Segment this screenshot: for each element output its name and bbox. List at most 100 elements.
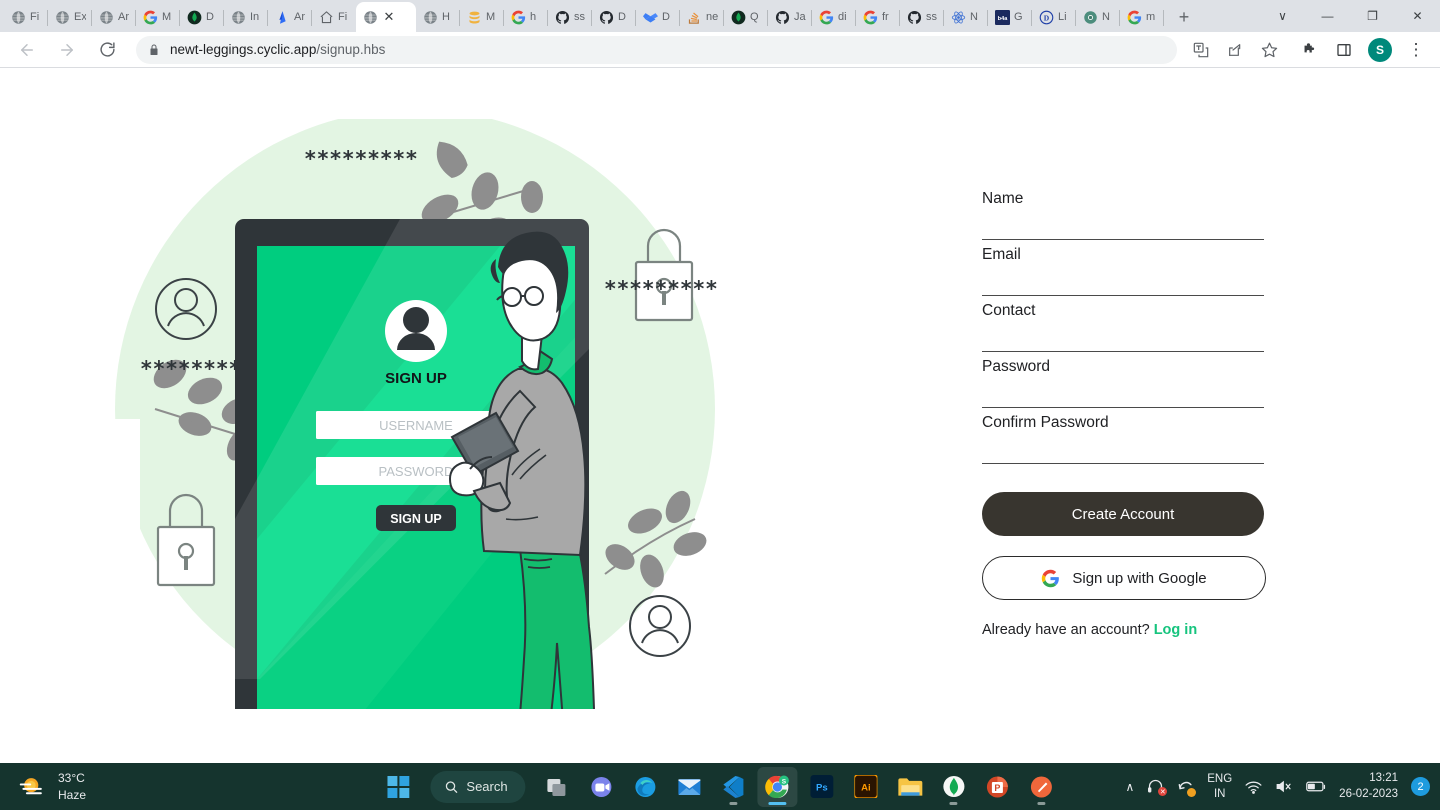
- confirm_password-input[interactable]: [982, 414, 1264, 432]
- tab-title: Fi: [338, 11, 348, 23]
- weather-widget[interactable]: 33°C Haze: [18, 770, 218, 802]
- browser-tab[interactable]: D: [636, 2, 680, 32]
- browser-tab[interactable]: m: [1120, 2, 1164, 32]
- tab-title: D: [206, 11, 214, 23]
- back-button[interactable]: [13, 36, 41, 64]
- taskbar-illustrator-icon[interactable]: Ai: [846, 767, 886, 807]
- tab-title: ss: [574, 11, 585, 23]
- side-panel-icon[interactable]: [1331, 37, 1357, 63]
- tray-chevron-icon[interactable]: ∧: [1125, 780, 1134, 794]
- browser-tab[interactable]: fr: [856, 2, 900, 32]
- stackoverflow-icon: [686, 9, 702, 25]
- taskbar-powerpoint-icon[interactable]: P: [978, 767, 1018, 807]
- wifi-icon[interactable]: [1245, 780, 1262, 794]
- three-dot-menu-icon[interactable]: ⋮: [1403, 37, 1429, 63]
- tab-title: ss: [926, 11, 937, 23]
- browser-tab[interactable]: Fi: [4, 2, 48, 32]
- taskbar-mail-icon[interactable]: [670, 767, 710, 807]
- browser-tab[interactable]: Ar: [92, 2, 136, 32]
- browser-tab-active[interactable]: ✕: [356, 2, 416, 32]
- browser-tab[interactable]: ss: [548, 2, 592, 32]
- star-icon[interactable]: [1256, 37, 1282, 63]
- share-icon[interactable]: [1222, 37, 1248, 63]
- forward-button[interactable]: [53, 36, 81, 64]
- tab-close-button[interactable]: ✕: [382, 9, 396, 24]
- browser-tab[interactable]: M: [136, 2, 180, 32]
- close-window-button[interactable]: ✕: [1395, 0, 1440, 32]
- mongodb-icon: [186, 9, 202, 25]
- taskbar-chrome-icon[interactable]: S: [757, 766, 798, 807]
- sync-warning-icon[interactable]: [1177, 779, 1197, 797]
- email-input[interactable]: [982, 246, 1264, 264]
- home-icon: [318, 9, 334, 25]
- browser-tab[interactable]: Q: [724, 2, 768, 32]
- field-email[interactable]: [982, 240, 1264, 296]
- browser-tab[interactable]: Ex: [48, 2, 92, 32]
- browser-tab[interactable]: Ja: [768, 2, 812, 32]
- browser-tab[interactable]: N: [1076, 2, 1120, 32]
- google-icon: [818, 9, 834, 25]
- taskbar-photoshop-icon[interactable]: Ps: [802, 767, 842, 807]
- new-tab-button[interactable]: +: [1170, 3, 1198, 31]
- create-account-button[interactable]: Create Account: [982, 492, 1264, 536]
- password-input[interactable]: [982, 358, 1264, 376]
- taskbar-vscode-icon[interactable]: [714, 767, 754, 807]
- browser-tab[interactable]: D: [180, 2, 224, 32]
- profile-avatar[interactable]: S: [1368, 37, 1392, 62]
- language-indicator[interactable]: ENG IN: [1207, 772, 1232, 801]
- browser-tab[interactable]: ss: [900, 2, 944, 32]
- translate-icon[interactable]: [1188, 37, 1214, 63]
- taskbar-search[interactable]: Search: [430, 770, 526, 803]
- browser-tab[interactable]: h: [504, 2, 548, 32]
- field-name[interactable]: [982, 184, 1264, 240]
- battery-icon[interactable]: [1306, 780, 1326, 793]
- field-confirm_password[interactable]: [982, 408, 1264, 464]
- tab-title: N: [1102, 11, 1110, 23]
- svg-text:Ai: Ai: [861, 782, 871, 793]
- taskbar-task-view-icon[interactable]: [538, 767, 578, 807]
- windows-start-icon[interactable]: [378, 767, 418, 807]
- browser-tab[interactable]: D Li: [1032, 2, 1076, 32]
- taskbar-postman-icon[interactable]: [1022, 767, 1062, 807]
- browser-tab[interactable]: Ar: [268, 2, 312, 32]
- screen-username-placeholder: USERNAME: [379, 418, 453, 433]
- tab-title: In: [250, 11, 260, 23]
- browser-tab[interactable]: di: [812, 2, 856, 32]
- browser-tab[interactable]: ne: [680, 2, 724, 32]
- puzzle-icon[interactable]: [1297, 37, 1323, 63]
- browser-tab[interactable]: In: [224, 2, 268, 32]
- name-input[interactable]: [982, 190, 1264, 208]
- headset-muted-icon[interactable]: ✕: [1147, 779, 1168, 796]
- taskbar-mongodb-compass-icon[interactable]: [934, 767, 974, 807]
- browser-tab[interactable]: H: [416, 2, 460, 32]
- field-contact[interactable]: [982, 296, 1264, 352]
- browser-tab[interactable]: b4a G: [988, 2, 1032, 32]
- taskbar-teams-icon[interactable]: [582, 767, 622, 807]
- tab-title: Q: [750, 11, 759, 23]
- taskbar-edge-icon[interactable]: [626, 767, 666, 807]
- clock[interactable]: 13:21 26-02-2023: [1339, 771, 1398, 802]
- reload-button[interactable]: [93, 36, 121, 64]
- field-password[interactable]: [982, 352, 1264, 408]
- browser-tab[interactable]: Fi: [312, 2, 356, 32]
- notification-badge[interactable]: 2: [1411, 777, 1430, 796]
- browser-tab[interactable]: M: [460, 2, 504, 32]
- browser-tab[interactable]: D: [592, 2, 636, 32]
- svg-text:Ps: Ps: [816, 782, 828, 793]
- minimize-button[interactable]: —: [1305, 0, 1350, 32]
- google-signup-button[interactable]: Sign up with Google: [982, 556, 1266, 600]
- volume-muted-icon[interactable]: [1275, 779, 1293, 794]
- taskbar-app-indicator: [768, 801, 787, 805]
- contact-input[interactable]: [982, 302, 1264, 320]
- globe-icon: [422, 9, 438, 25]
- maximize-button[interactable]: ❐: [1350, 0, 1395, 32]
- svg-text:SIGN UP: SIGN UP: [390, 512, 441, 526]
- login-link[interactable]: Log in: [1154, 622, 1198, 638]
- avatar-outline-right: [629, 595, 691, 657]
- github-icon: [554, 9, 570, 25]
- url-text: newt-leggings.cyclic.app/signup.hbs: [170, 42, 385, 57]
- taskbar-file-explorer-icon[interactable]: [890, 767, 930, 807]
- browser-tab[interactable]: N: [944, 2, 988, 32]
- tab-search-button[interactable]: ∨: [1260, 0, 1305, 32]
- address-bar[interactable]: newt-leggings.cyclic.app/signup.hbs: [136, 35, 1177, 64]
